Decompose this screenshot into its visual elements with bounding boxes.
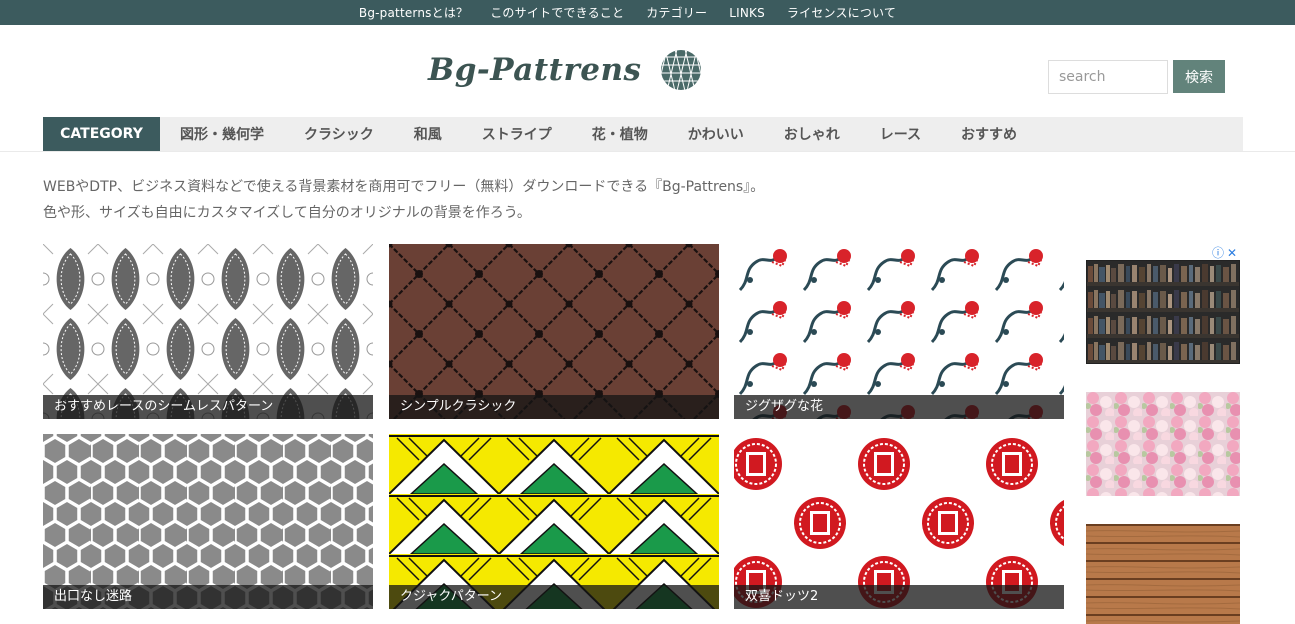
pattern-card[interactable]: ジグザグな花 [734, 244, 1064, 419]
topnav-categories[interactable]: カテゴリー [646, 4, 707, 21]
pattern-title: シンプルクラシック [389, 395, 719, 419]
cube-pattern-logo-icon [660, 50, 701, 90]
category-label: CATEGORY [43, 117, 160, 151]
category-japanese[interactable]: 和風 [394, 124, 462, 144]
pattern-card[interactable]: おすすめレースのシームレスパターン [43, 244, 373, 419]
pattern-title: 出口なし迷路 [43, 585, 373, 609]
site-header: Bg-Pattrens 検索 [0, 25, 1295, 117]
lace-pattern-icon [43, 244, 373, 419]
ad-wood[interactable] [1086, 524, 1240, 624]
intro-line-1: WEBやDTP、ビジネス資料などで使える背景素材を商用可でフリー（無料）ダウンロ… [43, 179, 765, 195]
search-input[interactable] [1048, 60, 1168, 94]
topnav-about[interactable]: Bg-patternsとは？ [359, 4, 468, 21]
pattern-card[interactable]: シンプルクラシック [389, 244, 719, 419]
pattern-grid: おすすめレースのシームレスパターン シンプルクラシック ジグザグな花 出口なし迷… [43, 244, 1065, 624]
zigzag-flower-pattern-icon [734, 244, 1064, 419]
site-logo[interactable]: Bg-Pattrens [428, 49, 702, 91]
intro-text: WEBやDTP、ビジネス資料などで使える背景素材を商用可でフリー（無料）ダウンロ… [43, 174, 764, 226]
pattern-card[interactable]: 双喜ドッツ2 [734, 434, 1064, 609]
maze-pattern-icon [43, 434, 373, 609]
pattern-title: クジャクパターン [389, 585, 719, 609]
ad-bookshelf[interactable] [1086, 260, 1240, 364]
category-stripe[interactable]: ストライプ [462, 124, 572, 144]
category-lace[interactable]: レース [860, 124, 941, 144]
pattern-card[interactable]: 出口なし迷路 [43, 434, 373, 609]
pattern-card[interactable]: クジャクパターン [389, 434, 719, 609]
ad-flower-wall[interactable] [1086, 392, 1240, 496]
wood-plank-photo-icon [1086, 524, 1240, 624]
category-nav: CATEGORY 図形・幾何学 クラシック 和風 ストライプ 花・植物 かわいい… [43, 117, 1243, 151]
category-classic[interactable]: クラシック [284, 124, 394, 144]
classic-damask-pattern-icon [389, 244, 719, 419]
ad-sidebar: ⓘ✕ [1086, 244, 1240, 624]
top-navigation: Bg-patternsとは？ このサイトでできること カテゴリー LINKS ラ… [0, 0, 1295, 25]
category-geometric[interactable]: 図形・幾何学 [160, 124, 284, 144]
search-button[interactable]: 検索 [1173, 60, 1225, 93]
ad-info-close-icon[interactable]: ⓘ✕ [1212, 244, 1240, 261]
double-happiness-dots-pattern-icon [734, 434, 1064, 609]
pattern-title: おすすめレースのシームレスパターン [43, 395, 373, 419]
pattern-title: ジグザグな花 [734, 395, 1064, 419]
intro-line-2: 色や形、サイズも自由にカスタマイズして自分のオリジナルの背景を作ろう。 [43, 205, 531, 221]
bookshelf-photo-icon [1086, 260, 1240, 364]
category-flower-plant[interactable]: 花・植物 [572, 124, 668, 144]
logo-text: Bg-Pattrens [428, 52, 642, 88]
peacock-triangle-pattern-icon [389, 434, 719, 609]
topnav-links[interactable]: LINKS [729, 6, 765, 20]
category-recommended[interactable]: おすすめ [941, 124, 1037, 144]
category-stylish[interactable]: おしゃれ [764, 124, 860, 144]
topnav-features[interactable]: このサイトでできること [490, 4, 624, 21]
flower-wall-photo-icon [1086, 392, 1240, 496]
category-cute[interactable]: かわいい [668, 124, 764, 144]
pattern-title: 双喜ドッツ2 [734, 585, 1064, 609]
topnav-license[interactable]: ライセンスについて [787, 4, 896, 21]
divider [0, 151, 1295, 152]
